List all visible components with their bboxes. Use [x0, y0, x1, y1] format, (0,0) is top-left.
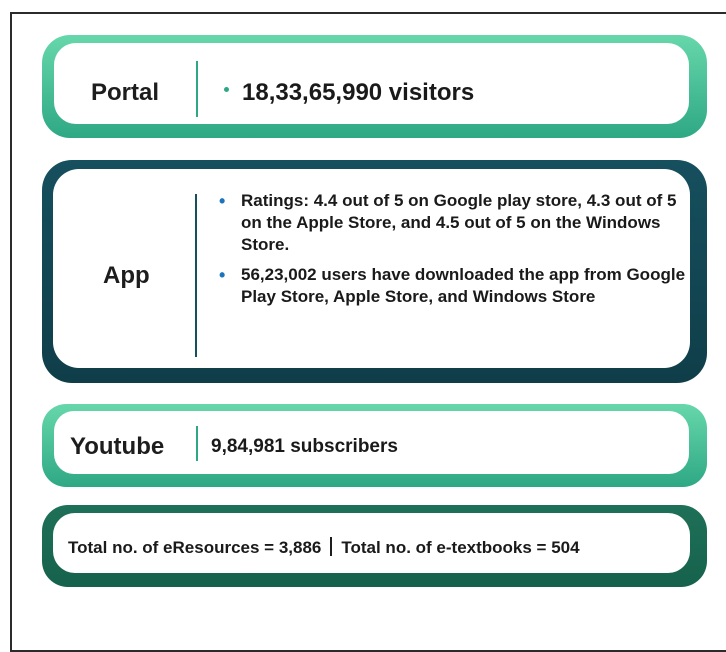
youtube-card: Youtube 9,84,981 subscribers: [42, 404, 707, 487]
youtube-card-body: Youtube 9,84,981 subscribers: [54, 411, 689, 474]
portal-divider: [196, 61, 198, 117]
totals-card: Total no. of eResources = 3,886 Total no.…: [42, 505, 707, 587]
app-ratings: Ratings: 4.4 out of 5 on Google play sto…: [241, 191, 677, 254]
list-item: • Ratings: 4.4 out of 5 on Google play s…: [217, 190, 687, 256]
list-item: • 56,23,002 users have downloaded the ap…: [217, 264, 687, 308]
total-eresources: Total no. of eResources = 3,886: [68, 538, 322, 557]
youtube-divider: [196, 426, 198, 461]
app-label: App: [103, 262, 150, 289]
portal-card-body: Portal 18,33,65,990 visitors: [54, 43, 689, 124]
app-stats-list: • Ratings: 4.4 out of 5 on Google play s…: [217, 190, 687, 316]
app-card: App • Ratings: 4.4 out of 5 on Google pl…: [42, 160, 707, 383]
portal-visitors: 18,33,65,990 visitors: [242, 79, 475, 106]
total-etextbooks: Total no. of e-textbooks = 504: [341, 538, 580, 557]
youtube-label: Youtube: [70, 433, 165, 460]
youtube-subscribers: 9,84,981 subscribers: [211, 436, 398, 457]
totals-divider: [330, 537, 333, 556]
app-card-body: App • Ratings: 4.4 out of 5 on Google pl…: [53, 169, 690, 368]
totals-card-body: Total no. of eResources = 3,886 Total no.…: [53, 513, 690, 573]
portal-card: Portal 18,33,65,990 visitors: [42, 35, 707, 138]
bullet-icon: [224, 87, 229, 92]
bullet-icon: •: [219, 191, 226, 211]
bullet-icon: •: [219, 265, 226, 285]
totals-line: Total no. of eResources = 3,886 Total no.…: [68, 537, 580, 558]
app-downloads: 56,23,002 users have downloaded the app …: [241, 265, 686, 306]
app-divider: [195, 194, 197, 357]
portal-label: Portal: [91, 79, 160, 106]
